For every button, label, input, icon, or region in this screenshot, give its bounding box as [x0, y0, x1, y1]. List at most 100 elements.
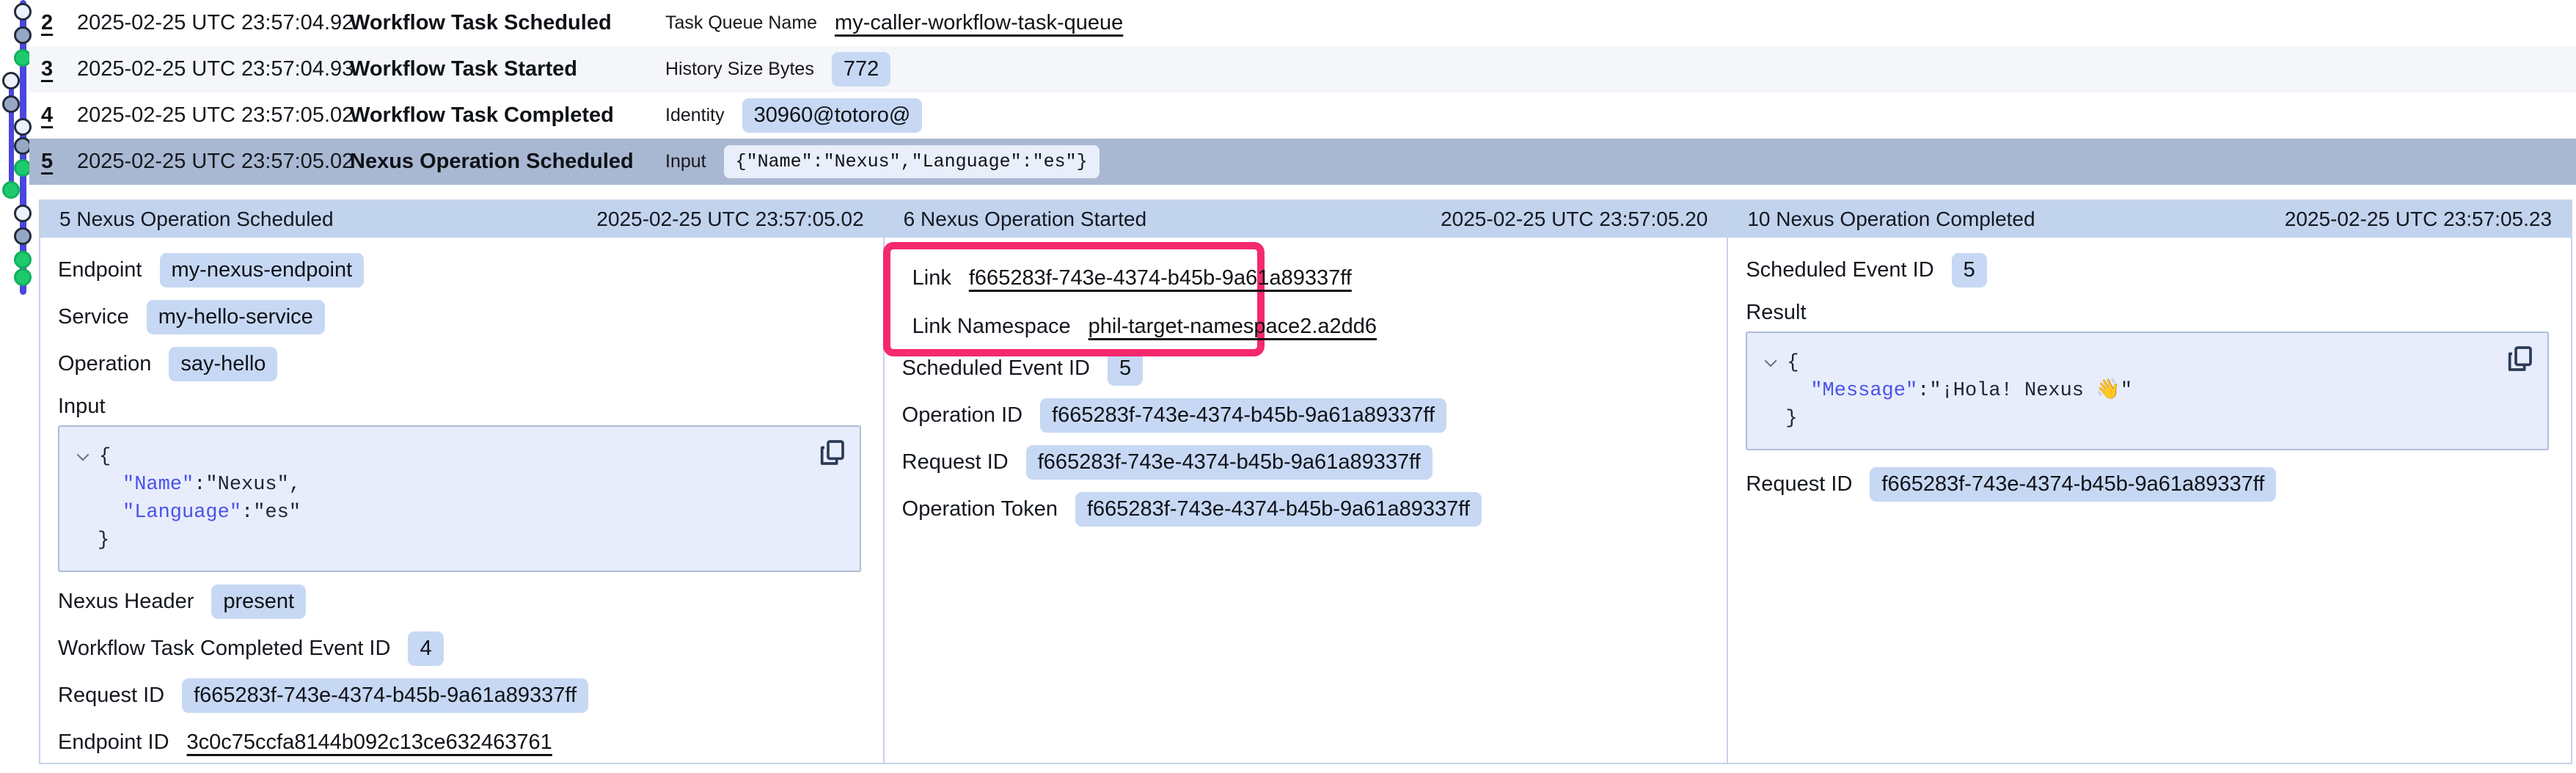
panel-timestamp: 2025-02-25 UTC 23:57:05.20	[1441, 208, 1708, 231]
event-id-link[interactable]: 3	[41, 57, 77, 81]
event-time: 2025-02-25 UTC 23:57:04.92	[77, 11, 350, 35]
chevron-down-icon[interactable]	[1762, 353, 1781, 373]
json-sep: :	[1917, 377, 1929, 405]
event-row-3[interactable]: 3 2025-02-25 UTC 23:57:04.93 Workflow Ta…	[29, 46, 2576, 92]
input-json-badge: {"Name":"Nexus","Language":"es"}	[724, 145, 1099, 178]
panel-header: 6 Nexus Operation Started 2025-02-25 UTC…	[885, 201, 1727, 238]
operation-token-badge: f665283f-743e-4374-b45b-9a61a89337ff	[1075, 492, 1482, 527]
result-json-viewer: { "Message": "¡Hola! Nexus 👋" }	[1746, 331, 2549, 450]
service-badge: my-hello-service	[147, 300, 325, 334]
detail-label: Link Namespace	[912, 315, 1071, 339]
detail-row-nexus-header: Nexus Header present	[58, 578, 861, 625]
event-row-4[interactable]: 4 2025-02-25 UTC 23:57:05.02 Workflow Ta…	[29, 92, 2576, 139]
detail-label: Endpoint ID	[58, 730, 169, 755]
timeline-node-completed-icon	[14, 268, 32, 286]
event-id-link[interactable]: 5	[41, 150, 77, 174]
detail-row-request-id: Request ID f665283f-743e-4374-b45b-9a61a…	[58, 672, 861, 719]
panel-title: 5 Nexus Operation Scheduled	[59, 208, 334, 231]
detail-row-request-id: Request ID f665283f-743e-4374-b45b-9a61a…	[902, 439, 1705, 486]
event-attr-label: Input	[665, 151, 706, 172]
detail-row-operation-token: Operation Token f665283f-743e-4374-b45b-…	[902, 486, 1705, 532]
event-id-link[interactable]: 4	[41, 103, 77, 128]
event-attr-label: History Size Bytes	[665, 59, 814, 80]
json-key: "Language"	[122, 499, 241, 527]
detail-label: Operation ID	[902, 403, 1022, 428]
link-namespace-link[interactable]: phil-target-namespace2.a2dd6	[1088, 315, 1377, 339]
task-queue-link[interactable]: my-caller-workflow-task-queue	[835, 11, 1123, 35]
endpoint-id-link[interactable]: 3c0c75ccfa8144b092c13ce632463761	[187, 730, 552, 755]
link-link[interactable]: f665283f-743e-4374-b45b-9a61a89337ff	[969, 266, 1352, 290]
detail-row-request-id: Request ID f665283f-743e-4374-b45b-9a61a…	[1746, 461, 2549, 508]
json-key: "Name"	[122, 471, 194, 499]
detail-row-wtc-event-id: Workflow Task Completed Event ID 4	[58, 625, 861, 672]
detail-label: Operation Token	[902, 497, 1058, 521]
json-value: "Nexus",	[205, 471, 301, 499]
input-section-label: Input	[58, 387, 861, 425]
detail-label: Service	[58, 305, 129, 329]
panel-header: 5 Nexus Operation Scheduled 2025-02-25 U…	[40, 201, 883, 238]
request-id-badge: f665283f-743e-4374-b45b-9a61a89337ff	[1870, 467, 2276, 502]
detail-label: Operation	[58, 352, 151, 376]
timeline-node-scheduled-icon	[14, 205, 32, 222]
timeline-node-scheduled-icon	[2, 72, 20, 89]
json-value: "es"	[253, 499, 301, 527]
json-sep: :	[241, 499, 253, 527]
history-size-badge: 772	[832, 52, 890, 87]
panel-title: 6 Nexus Operation Started	[904, 208, 1147, 231]
detail-label: Nexus Header	[58, 590, 194, 614]
operation-badge: say-hello	[169, 347, 277, 381]
event-id-link[interactable]: 2	[41, 11, 77, 35]
detail-label: Link	[912, 266, 951, 290]
detail-row-scheduled-event-id: Scheduled Event ID 5	[1746, 246, 2549, 293]
event-detail-panels: 5 Nexus Operation Scheduled 2025-02-25 U…	[39, 199, 2572, 764]
event-row-5-selected[interactable]: 5 2025-02-25 UTC 23:57:05.02 Nexus Opera…	[29, 139, 2576, 185]
detail-row-operation-id: Operation ID f665283f-743e-4374-b45b-9a6…	[902, 392, 1705, 439]
detail-row-endpoint: Endpoint my-nexus-endpoint	[58, 246, 861, 293]
copy-icon[interactable]	[2503, 343, 2536, 375]
timeline-node-completed-icon	[14, 251, 32, 268]
event-name: Nexus Operation Scheduled	[350, 150, 665, 174]
panel-nexus-operation-completed: 10 Nexus Operation Completed 2025-02-25 …	[1727, 201, 2571, 763]
event-name: Workflow Task Completed	[350, 103, 665, 128]
event-name: Workflow Task Started	[350, 57, 665, 81]
operation-id-badge: f665283f-743e-4374-b45b-9a61a89337ff	[1040, 398, 1446, 433]
json-value: "¡Hola! Nexus 👋"	[1929, 377, 2132, 405]
detail-row-endpoint-id: Endpoint ID 3c0c75ccfa8144b092c13ce63246…	[58, 719, 861, 766]
timeline-node-started-icon	[2, 95, 20, 113]
json-brace: {	[1787, 349, 1799, 377]
nexus-header-badge: present	[211, 585, 306, 619]
detail-row-operation: Operation say-hello	[58, 340, 861, 387]
result-section-label: Result	[1746, 293, 2549, 331]
annotation-highlight-box: Link f665283f-743e-4374-b45b-9a61a89337f…	[883, 242, 1265, 356]
detail-label: Endpoint	[58, 258, 142, 282]
panel-nexus-operation-scheduled: 5 Nexus Operation Scheduled 2025-02-25 U…	[40, 201, 883, 763]
request-id-badge: f665283f-743e-4374-b45b-9a61a89337ff	[1026, 445, 1432, 480]
identity-badge: 30960@totoro@	[742, 98, 923, 133]
detail-label: Request ID	[58, 684, 164, 708]
json-brace: {	[99, 443, 111, 471]
panel-header: 10 Nexus Operation Completed 2025-02-25 …	[1728, 201, 2571, 238]
json-sep: :	[194, 471, 205, 499]
input-json-viewer: { "Name": "Nexus", "Language": "es" }	[58, 425, 861, 572]
json-brace: }	[98, 527, 109, 554]
panel-body: Scheduled Event ID 5 Result { "Message":…	[1728, 238, 2571, 763]
request-id-badge: f665283f-743e-4374-b45b-9a61a89337ff	[182, 678, 588, 713]
panel-timestamp: 2025-02-25 UTC 23:57:05.02	[596, 208, 863, 231]
panel-nexus-operation-started: 6 Nexus Operation Started 2025-02-25 UTC…	[883, 201, 1727, 763]
panel-body: Endpoint my-nexus-endpoint Service my-he…	[40, 238, 883, 766]
detail-row-link-namespace: Link Namespace phil-target-namespace2.a2…	[912, 302, 1257, 351]
event-time: 2025-02-25 UTC 23:57:05.02	[77, 150, 350, 174]
endpoint-badge: my-nexus-endpoint	[160, 253, 365, 287]
timeline-node-started-icon	[14, 227, 32, 245]
panel-title: 10 Nexus Operation Completed	[1747, 208, 2035, 231]
copy-icon[interactable]	[816, 437, 848, 469]
detail-label: Request ID	[1746, 472, 1852, 497]
event-row-2[interactable]: 2 2025-02-25 UTC 23:57:04.92 Workflow Ta…	[29, 0, 2576, 46]
detail-row-service: Service my-hello-service	[58, 293, 861, 340]
scheduled-event-id-badge: 5	[1952, 253, 1987, 287]
timeline-node-completed-icon	[2, 181, 20, 199]
detail-label: Request ID	[902, 450, 1009, 475]
event-time: 2025-02-25 UTC 23:57:04.93	[77, 57, 350, 81]
chevron-down-icon[interactable]	[74, 447, 93, 466]
event-id-badge: 4	[408, 631, 443, 666]
